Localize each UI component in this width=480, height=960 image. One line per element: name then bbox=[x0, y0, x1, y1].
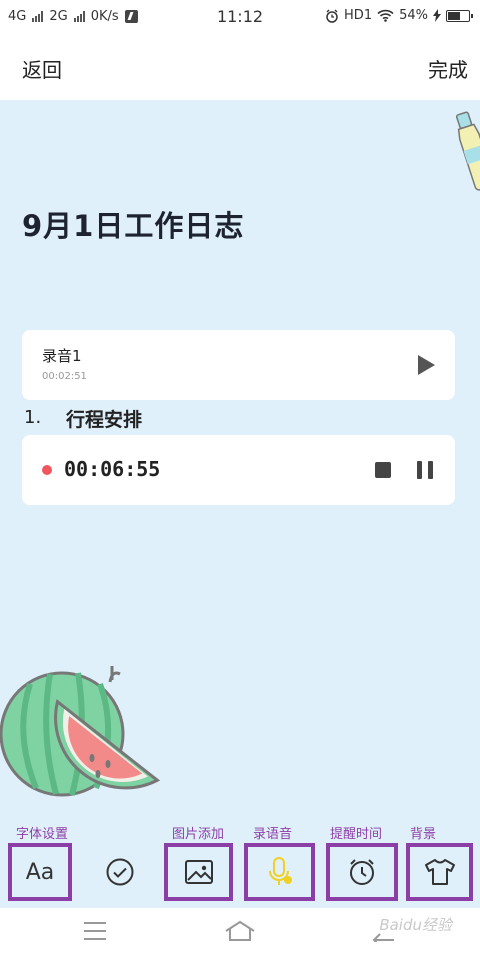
home-icon[interactable] bbox=[224, 920, 256, 942]
alarm-status-icon bbox=[326, 9, 338, 23]
back-button[interactable]: 返回 bbox=[22, 54, 62, 83]
tshirt-icon bbox=[424, 859, 455, 885]
system-nav-bar: Baidu经验 bbox=[0, 908, 480, 960]
header: 返回 完成 bbox=[0, 34, 480, 100]
background-caption: 背景 bbox=[410, 827, 437, 842]
watermark: Baidu经验 bbox=[379, 916, 452, 934]
microphone-icon bbox=[268, 857, 292, 885]
play-icon[interactable] bbox=[418, 355, 435, 375]
battery-fill bbox=[448, 11, 460, 20]
voice-record-button[interactable] bbox=[244, 843, 315, 901]
image-icon bbox=[184, 860, 213, 884]
wifi-icon bbox=[377, 9, 394, 22]
reminder-caption: 提醒时间 bbox=[330, 827, 383, 842]
charging-icon bbox=[433, 9, 441, 22]
battery-icon bbox=[446, 9, 473, 22]
font-settings-caption: 字体设置 bbox=[16, 827, 69, 842]
done-button[interactable]: 完成 bbox=[428, 54, 468, 83]
image-add-caption: 图片添加 bbox=[172, 827, 225, 842]
image-add-button[interactable] bbox=[164, 843, 233, 901]
note-title[interactable]: 9月1日工作日志 bbox=[22, 203, 244, 245]
background-button[interactable] bbox=[406, 843, 473, 901]
reminder-button[interactable] bbox=[326, 843, 398, 901]
voice-record-caption: 录语音 bbox=[253, 827, 293, 842]
recording-duration: 00:02:51 bbox=[42, 371, 87, 382]
checklist-button[interactable] bbox=[91, 843, 149, 901]
hd-label: HD1 bbox=[344, 8, 373, 23]
note-editor[interactable]: 9月1日工作日志 录音1 00:02:51 1. 行程安排 00:06:55 字… bbox=[0, 100, 480, 908]
font-icon: Aa bbox=[25, 859, 55, 885]
alarm-clock-icon bbox=[350, 859, 374, 885]
pause-icon[interactable] bbox=[417, 461, 433, 479]
watermelon-decoration bbox=[0, 666, 161, 797]
recording-name: 录音1 bbox=[42, 347, 82, 365]
bottle-decoration bbox=[456, 111, 480, 191]
battery-percent: 54% bbox=[399, 8, 428, 23]
check-circle-icon bbox=[106, 858, 134, 886]
recording-indicator-icon bbox=[42, 465, 52, 475]
status-bar: 4G 2G 0K/s 11:12 HD1 54% bbox=[0, 0, 480, 34]
menu-icon[interactable] bbox=[84, 922, 106, 940]
recording-attachment-card[interactable]: 录音1 00:02:51 bbox=[22, 330, 455, 400]
recording-timer: 00:06:55 bbox=[64, 457, 161, 481]
stop-icon[interactable] bbox=[375, 462, 391, 478]
font-settings-button[interactable]: Aa bbox=[8, 843, 72, 901]
list-item-text[interactable]: 行程安排 bbox=[66, 405, 142, 432]
active-recording-card: 00:06:55 bbox=[22, 435, 455, 505]
list-item-number: 1. bbox=[24, 407, 42, 428]
status-right: HD1 54% bbox=[325, 8, 473, 23]
